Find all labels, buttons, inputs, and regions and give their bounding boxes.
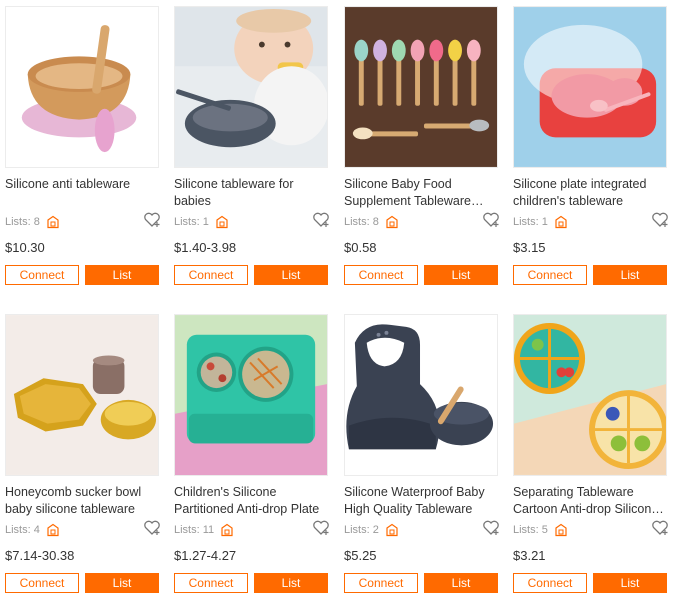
connect-button[interactable]: Connect (344, 573, 418, 593)
favorite-heart-icon[interactable] (143, 211, 161, 228)
connect-button[interactable]: Connect (5, 265, 79, 285)
product-title[interactable]: Silicone plate integrated children's tab… (513, 176, 667, 210)
favorite-heart-icon[interactable] (312, 211, 330, 228)
product-price: $0.58 (344, 240, 377, 255)
product-price: $5.25 (344, 548, 377, 563)
favorite-heart-icon[interactable] (651, 519, 669, 536)
list-button[interactable]: List (593, 573, 667, 593)
product-price: $10.30 (5, 240, 45, 255)
connect-button[interactable]: Connect (344, 265, 418, 285)
connect-button[interactable]: Connect (513, 573, 587, 593)
product-actions: Connect List (513, 573, 667, 593)
list-button[interactable]: List (593, 265, 667, 285)
lists-count: Lists: 8 (344, 216, 379, 228)
product-title[interactable]: Silicone Baby Food Supplement Tableware … (344, 176, 498, 210)
list-button[interactable]: List (254, 573, 328, 593)
connect-button[interactable]: Connect (5, 573, 79, 593)
product-actions: Connect List (5, 573, 159, 593)
product-meta: Lists: 2 (344, 519, 500, 538)
store-icon (47, 215, 59, 229)
product-title[interactable]: Children's Silicone Partitioned Anti-dro… (174, 484, 328, 518)
lists-count: Lists: 2 (344, 524, 379, 536)
product-title[interactable]: Separating Tableware Cartoon Anti-drop S… (513, 484, 667, 518)
favorite-heart-icon[interactable] (312, 519, 330, 536)
product-price: $7.14-30.38 (5, 548, 75, 563)
product-price: $1.27-4.27 (174, 548, 237, 563)
lists-count: Lists: 11 (174, 524, 215, 536)
store-icon (555, 523, 567, 537)
list-button[interactable]: List (254, 265, 328, 285)
lists-count: Lists: 1 (513, 216, 548, 228)
product-meta: Lists: 8 (344, 211, 500, 230)
product-card[interactable]: Children's Silicone Partitioned Anti-dro… (174, 314, 329, 593)
product-image[interactable] (344, 6, 498, 168)
store-icon (386, 523, 398, 537)
store-icon (555, 215, 567, 229)
store-icon (386, 215, 398, 229)
product-actions: Connect List (344, 265, 498, 285)
list-button[interactable]: List (85, 265, 159, 285)
lists-count: Lists: 8 (5, 216, 40, 228)
product-meta: Lists: 1 (513, 211, 669, 230)
product-card[interactable]: Silicone Waterproof Baby High Quality Ta… (344, 314, 499, 593)
connect-button[interactable]: Connect (513, 265, 587, 285)
product-card[interactable]: Separating Tableware Cartoon Anti-drop S… (513, 314, 668, 593)
favorite-heart-icon[interactable] (143, 519, 161, 536)
product-card[interactable]: Honeycomb sucker bowl baby silicone tabl… (5, 314, 160, 593)
store-icon (47, 523, 59, 537)
product-image[interactable] (5, 6, 159, 168)
product-price: $3.21 (513, 548, 546, 563)
product-actions: Connect List (513, 265, 667, 285)
lists-count: Lists: 5 (513, 524, 548, 536)
product-meta: Lists: 11 (174, 519, 330, 538)
product-card[interactable]: Silicone anti tableware Lists: 8 $10.30 … (5, 6, 160, 285)
lists-count: Lists: 4 (5, 524, 40, 536)
lists-count: Lists: 1 (174, 216, 209, 228)
product-actions: Connect List (174, 573, 328, 593)
favorite-heart-icon[interactable] (482, 519, 500, 536)
product-image[interactable] (174, 314, 328, 476)
product-image[interactable] (513, 6, 667, 168)
store-icon (216, 215, 228, 229)
product-image[interactable] (513, 314, 667, 476)
product-card[interactable]: Silicone tableware for babies Lists: 1 $… (174, 6, 329, 285)
product-meta: Lists: 8 (5, 211, 161, 230)
list-button[interactable]: List (424, 265, 498, 285)
product-image[interactable] (344, 314, 498, 476)
product-price: $1.40-3.98 (174, 240, 237, 255)
product-title[interactable]: Silicone Waterproof Baby High Quality Ta… (344, 484, 498, 518)
product-image[interactable] (174, 6, 328, 168)
product-actions: Connect List (344, 573, 498, 593)
product-title[interactable]: Honeycomb sucker bowl baby silicone tabl… (5, 484, 159, 518)
product-actions: Connect List (5, 265, 159, 285)
product-meta: Lists: 1 (174, 211, 330, 230)
list-button[interactable]: List (424, 573, 498, 593)
product-card[interactable]: Silicone plate integrated children's tab… (513, 6, 668, 285)
product-title[interactable]: Silicone anti tableware (5, 176, 159, 210)
favorite-heart-icon[interactable] (651, 211, 669, 228)
product-card[interactable]: Silicone Baby Food Supplement Tableware … (344, 6, 499, 285)
list-button[interactable]: List (85, 573, 159, 593)
product-price: $3.15 (513, 240, 546, 255)
product-image[interactable] (5, 314, 159, 476)
product-meta: Lists: 4 (5, 519, 161, 538)
product-meta: Lists: 5 (513, 519, 669, 538)
store-icon (221, 523, 233, 537)
connect-button[interactable]: Connect (174, 573, 248, 593)
connect-button[interactable]: Connect (174, 265, 248, 285)
favorite-heart-icon[interactable] (482, 211, 500, 228)
product-actions: Connect List (174, 265, 328, 285)
product-title[interactable]: Silicone tableware for babies (174, 176, 328, 210)
